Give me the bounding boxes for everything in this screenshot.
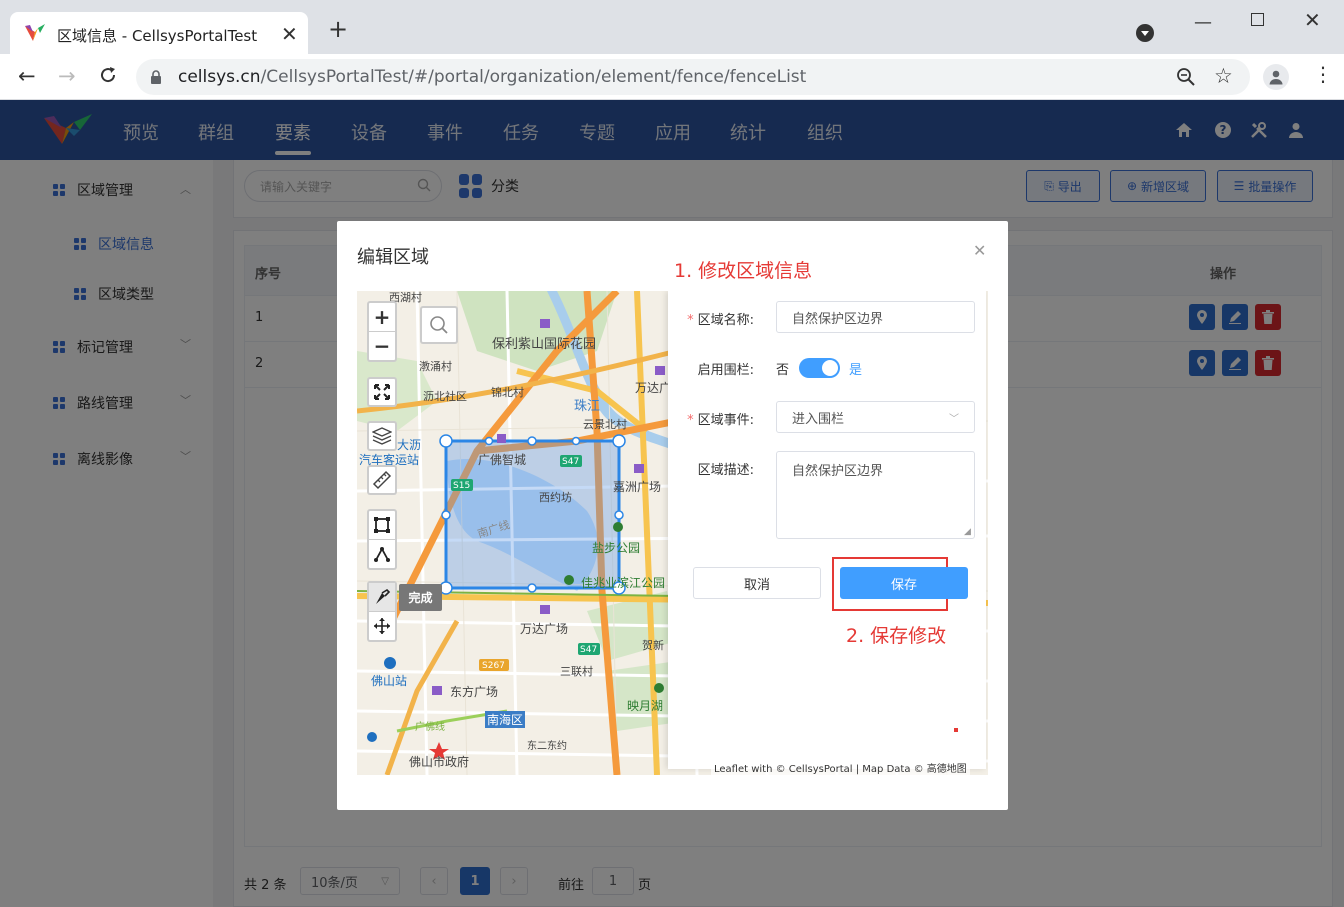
event-label: * 区域事件: (687, 413, 754, 428)
map-label: 嘉洲广场 (613, 480, 662, 494)
map-label: 锦北村 (491, 386, 524, 399)
address-bar[interactable]: cellsys.cn/CellsysPortalTest/#/portal/or… (136, 59, 1250, 95)
map-label: 映月湖 (627, 699, 664, 713)
browser-tab[interactable]: 区域信息 - CellsysPortalTest ✕ (10, 12, 308, 54)
url-text: cellsys.cn/CellsysPortalTest/#/portal/or… (178, 67, 807, 87)
forward-icon[interactable]: → (58, 64, 76, 88)
map-label: 广佛线 (415, 722, 445, 733)
draw-toolbar (367, 509, 397, 570)
back-icon[interactable]: ← (18, 64, 36, 88)
area-event-select[interactable]: 进入围栏 ﹀ (776, 401, 975, 433)
map-label: 珠江 (574, 399, 601, 414)
fence-on-label: 是 (849, 363, 863, 378)
edit-area-dialog: 编辑区域 ✕ 1. 修改区域信息 S15 S47 S47 S267 西湖村 保利… (337, 221, 1008, 810)
browser-tab-strip: 区域信息 - CellsysPortalTest ✕ + — ✕ (0, 0, 1344, 54)
dialog-title: 编辑区域 (357, 247, 429, 268)
area-form-panel: * 区域名称: 自然保护区边界 启用围栏: 否 是 * 区域事件: 进入围栏 ﹀ 区… (668, 291, 986, 769)
ruler-icon (372, 470, 392, 490)
zoom-control: + − (367, 301, 397, 362)
cancel-button[interactable]: 取消 (693, 567, 821, 599)
map-attribution: Leaflet with © CellsysPortal | Map Data … (711, 760, 970, 775)
tab-title: 区域信息 - CellsysPortalTest (57, 27, 258, 45)
browser-menu-icon[interactable]: ⋮ (1313, 64, 1333, 84)
draw-polyline-button[interactable] (369, 540, 395, 568)
lock-icon (150, 70, 162, 84)
fence-switch[interactable] (799, 358, 840, 378)
red-dot-icon (954, 728, 958, 732)
move-icon (373, 617, 391, 635)
save-button[interactable]: 保存 (840, 567, 968, 599)
move-button[interactable] (369, 612, 395, 640)
resize-handle-icon[interactable]: ◢ (964, 527, 971, 537)
search-icon (429, 315, 449, 335)
edit-toolbar (367, 581, 397, 642)
dialog-close-icon[interactable]: ✕ (973, 241, 986, 260)
finish-editing-button[interactable]: 完成 (399, 584, 442, 611)
map-shield-s15: S15 (453, 481, 470, 491)
reload-icon[interactable] (98, 65, 118, 85)
site-logo-icon (24, 23, 46, 43)
profile-menu-icon[interactable] (1136, 24, 1154, 42)
map-label: 佳兆业滨江公园 (581, 576, 666, 590)
map-label: 广佛智城 (478, 453, 527, 467)
zoom-icon[interactable] (1176, 67, 1196, 87)
map-label: 南海区 (485, 711, 526, 728)
map-shield-s267: S267 (482, 661, 505, 671)
map-label: 盐步公园 (592, 541, 641, 555)
map-label: 沥北社区 (423, 390, 467, 403)
draw-rectangle-button[interactable] (369, 511, 395, 540)
map-label: 贺新 (642, 639, 664, 652)
chevron-down-icon: ﹀ (949, 413, 959, 425)
annotation-step-1: 1. 修改区域信息 (674, 260, 813, 282)
map-label: 漖涌村 (419, 360, 452, 373)
account-avatar-icon[interactable] (1263, 64, 1289, 90)
close-window-icon[interactable]: ✕ (1304, 8, 1321, 32)
edit-vertices-button[interactable] (369, 583, 395, 612)
layers-icon (372, 427, 392, 445)
polyline-icon (373, 545, 391, 563)
map-search-button[interactable] (420, 306, 458, 344)
desc-label: 区域描述: (697, 463, 754, 478)
zoom-in-button[interactable]: + (369, 303, 395, 332)
map-label: 三联村 (560, 665, 593, 678)
measure-button[interactable] (367, 465, 397, 495)
map-label: 佛山站 (371, 674, 408, 688)
close-tab-icon[interactable]: ✕ (281, 22, 298, 46)
layers-button[interactable] (367, 421, 397, 451)
bookmark-star-icon[interactable]: ☆ (1214, 64, 1233, 88)
zoom-out-button[interactable]: − (369, 332, 395, 360)
new-tab-icon[interactable]: + (328, 17, 348, 41)
map-shield-s47-b: S47 (580, 645, 597, 655)
fullscreen-icon (374, 384, 390, 400)
map-label: 东二东约 (527, 741, 567, 752)
maximize-icon[interactable] (1251, 13, 1264, 26)
area-name-input[interactable]: 自然保护区边界 (776, 301, 975, 333)
fence-label: 启用围栏: (697, 363, 754, 378)
name-label: * 区域名称: (687, 313, 754, 328)
area-desc-textarea[interactable]: 自然保护区边界 (776, 451, 975, 539)
edit-node-icon (373, 588, 391, 606)
map-view[interactable]: S15 S47 S47 S267 西湖村 保利紫山国际花园 漖涌村 锦北村 珠江… (357, 291, 988, 775)
fullscreen-button[interactable] (367, 377, 397, 407)
map-shield-s47-a: S47 (562, 457, 579, 467)
map-label: 云景北村 (583, 418, 627, 431)
map-label: 西约坊 (539, 491, 572, 504)
map-label: 东方广场 (450, 685, 499, 699)
minimize-icon[interactable]: — (1194, 12, 1212, 33)
rectangle-icon (373, 516, 391, 534)
map-label: 万达广场 (520, 622, 569, 636)
annotation-step-2: 2. 保存修改 (846, 625, 947, 647)
fence-off-label: 否 (776, 363, 790, 378)
map-label: 佛山市政府 (409, 755, 470, 769)
fence-switch-knob (822, 360, 838, 376)
map-label: 保利紫山国际花园 (492, 337, 597, 352)
browser-toolbar: ← → cellsys.cn/CellsysPortalTest/#/porta… (0, 54, 1344, 100)
